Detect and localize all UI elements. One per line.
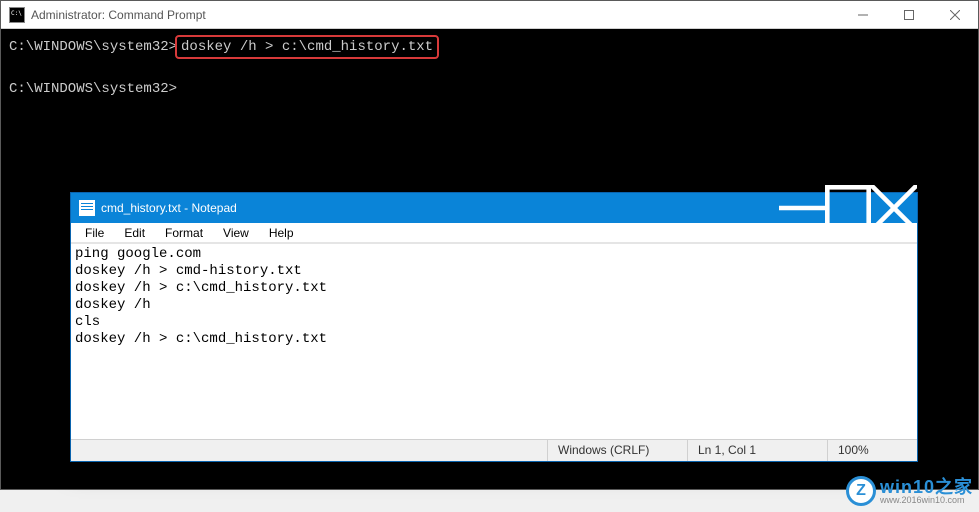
notepad-window: cmd_history.txt - Notepad File Edit Form…: [70, 192, 918, 462]
notepad-window-controls: [779, 193, 917, 223]
notepad-titlebar[interactable]: cmd_history.txt - Notepad: [71, 193, 917, 223]
cmd-titlebar[interactable]: Administrator: Command Prompt: [1, 1, 978, 29]
cmd-close-button[interactable]: [932, 1, 978, 28]
minimize-icon: [858, 10, 868, 20]
cmd-command-highlight: doskey /h > c:\cmd_history.txt: [175, 35, 439, 59]
watermark-logo: Z win10之家 www.2016win10.com: [846, 476, 973, 506]
cmd-prompt-2: C:\WINDOWS\system32>: [9, 81, 177, 97]
statusbar-spacer: [71, 440, 547, 461]
watermark-sub: www.2016win10.com: [880, 496, 973, 505]
menu-file[interactable]: File: [75, 224, 114, 242]
cmd-minimize-button[interactable]: [840, 1, 886, 28]
watermark-main: win10之家: [880, 478, 973, 496]
notepad-statusbar: Windows (CRLF) Ln 1, Col 1 100%: [71, 439, 917, 461]
notepad-minimize-button[interactable]: [779, 193, 825, 223]
notepad-app-icon: [79, 200, 95, 216]
notepad-maximize-button[interactable]: [825, 193, 871, 223]
notepad-close-button[interactable]: [871, 193, 917, 223]
notepad-title: cmd_history.txt - Notepad: [101, 201, 779, 215]
menu-help[interactable]: Help: [259, 224, 304, 242]
cmd-window-controls: [840, 1, 978, 28]
cmd-app-icon: [9, 7, 25, 23]
status-eol: Windows (CRLF): [547, 440, 687, 461]
notepad-menubar: File Edit Format View Help: [71, 223, 917, 243]
status-zoom: 100%: [827, 440, 917, 461]
close-icon: [950, 10, 960, 20]
cmd-prompt-path: C:\WINDOWS\system32>: [9, 39, 177, 55]
status-cursor: Ln 1, Col 1: [687, 440, 827, 461]
cmd-maximize-button[interactable]: [886, 1, 932, 28]
menu-format[interactable]: Format: [155, 224, 213, 242]
watermark-glyph: Z: [846, 476, 876, 506]
cmd-command-text: doskey /h > c:\cmd_history.txt: [181, 39, 433, 55]
menu-edit[interactable]: Edit: [114, 224, 155, 242]
cmd-terminal-body[interactable]: C:\WINDOWS\system32>doskey /h > c:\cmd_h…: [1, 29, 978, 105]
notepad-textarea[interactable]: ping google.com doskey /h > cmd-history.…: [71, 243, 917, 439]
cmd-title: Administrator: Command Prompt: [31, 8, 840, 22]
menu-view[interactable]: View: [213, 224, 259, 242]
maximize-icon: [904, 10, 914, 20]
watermark-text: win10之家 www.2016win10.com: [880, 478, 973, 505]
